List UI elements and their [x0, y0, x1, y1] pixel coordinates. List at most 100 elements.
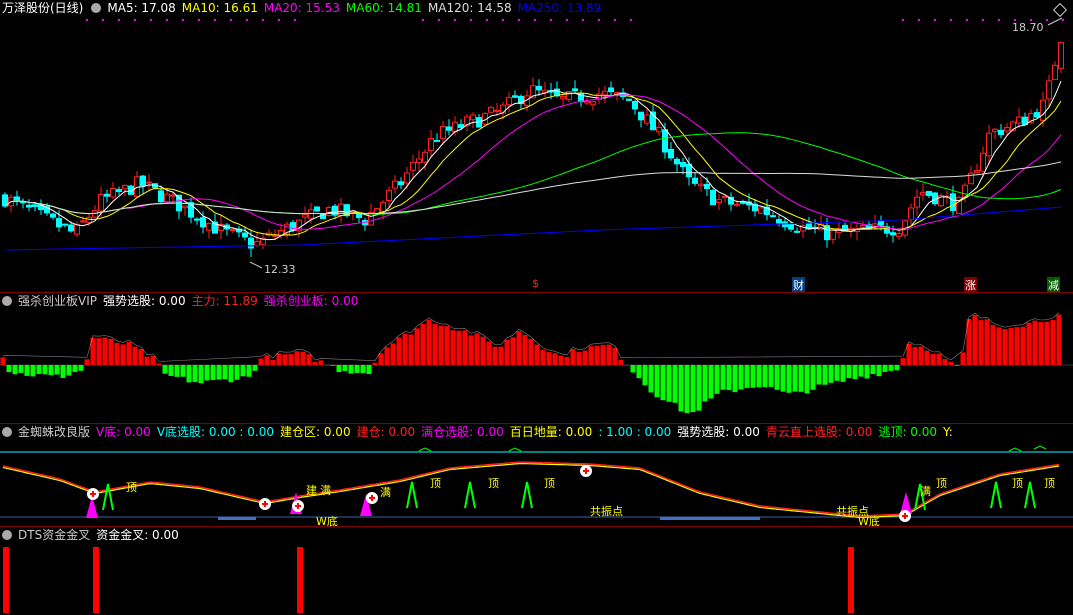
- qiangsha-bar[interactable]: [378, 353, 384, 365]
- qiangsha-bar[interactable]: [630, 365, 636, 373]
- qiangsha-bar[interactable]: [0, 357, 6, 365]
- candle[interactable]: [776, 215, 782, 227]
- qiangsha-bar[interactable]: [564, 357, 570, 365]
- candle[interactable]: [26, 199, 32, 212]
- qiangsha-bar[interactable]: [714, 365, 720, 394]
- qiangsha-bar-chart[interactable]: [0, 293, 1073, 423]
- qiangsha-bar[interactable]: [744, 365, 750, 388]
- qiangsha-bar[interactable]: [582, 350, 588, 365]
- candle[interactable]: [914, 189, 920, 216]
- candle[interactable]: [614, 91, 620, 101]
- candle[interactable]: [146, 174, 152, 192]
- settings-icon[interactable]: [2, 427, 12, 437]
- qiangsha-bar[interactable]: [984, 319, 990, 365]
- qiangsha-bar[interactable]: [540, 349, 546, 365]
- qiangsha-bar[interactable]: [702, 365, 708, 402]
- candle[interactable]: [206, 222, 212, 239]
- candle[interactable]: [854, 222, 860, 241]
- qiangsha-bar[interactable]: [660, 365, 666, 401]
- qiangsha-bar[interactable]: [30, 365, 36, 377]
- qiangsha-bar[interactable]: [156, 363, 162, 365]
- qiangsha-bar[interactable]: [978, 320, 984, 365]
- escape-top-marker[interactable]: [464, 481, 476, 509]
- qiangsha-bar[interactable]: [312, 362, 318, 365]
- qiangsha-bar[interactable]: [924, 350, 930, 365]
- qiangsha-bar[interactable]: [252, 365, 258, 371]
- qiangsha-bar[interactable]: [576, 351, 582, 365]
- candle[interactable]: [140, 174, 146, 195]
- qiangsha-bar[interactable]: [936, 353, 942, 365]
- qiangsha-bar[interactable]: [762, 365, 768, 388]
- qiangsha-bar[interactable]: [210, 365, 216, 380]
- qiangsha-bar[interactable]: [558, 355, 564, 365]
- candle[interactable]: [50, 212, 56, 220]
- qiangsha-bar[interactable]: [138, 348, 144, 365]
- qiangsha-bar[interactable]: [486, 341, 492, 365]
- qiangsha-bar[interactable]: [816, 365, 822, 385]
- candle[interactable]: [428, 129, 434, 158]
- qiangsha-bar[interactable]: [288, 354, 294, 365]
- settings-icon[interactable]: [91, 3, 102, 13]
- candle[interactable]: [134, 171, 140, 198]
- candle[interactable]: [908, 203, 914, 225]
- qiangsha-bar[interactable]: [732, 365, 738, 393]
- candle[interactable]: [752, 198, 758, 217]
- qiangsha-bar[interactable]: [1002, 329, 1008, 365]
- candle[interactable]: [542, 81, 548, 98]
- candle[interactable]: [926, 190, 932, 199]
- candle[interactable]: [110, 182, 116, 200]
- candle[interactable]: [260, 233, 266, 250]
- candle[interactable]: [668, 142, 674, 161]
- event-marker-finance[interactable]: 财: [792, 277, 805, 293]
- qiangsha-bar[interactable]: [906, 343, 912, 365]
- candle[interactable]: [974, 163, 980, 174]
- candle[interactable]: [416, 150, 422, 172]
- qiangsha-bar[interactable]: [756, 365, 762, 388]
- qiangsha-bar[interactable]: [528, 338, 534, 365]
- qiangsha-bar[interactable]: [780, 365, 786, 392]
- qiangsha-bar[interactable]: [264, 355, 270, 365]
- qiangsha-bar[interactable]: [1056, 314, 1062, 365]
- qiangsha-bar[interactable]: [1038, 322, 1044, 365]
- qiangsha-bar[interactable]: [342, 365, 348, 372]
- candle[interactable]: [986, 124, 992, 165]
- candle[interactable]: [764, 199, 770, 221]
- candle[interactable]: [236, 225, 242, 238]
- candle[interactable]: [470, 112, 476, 129]
- qiangsha-bar[interactable]: [6, 365, 12, 373]
- qiangsha-bar[interactable]: [828, 365, 834, 383]
- qiangsha-bar[interactable]: [102, 337, 108, 365]
- qiangsha-bar[interactable]: [480, 336, 486, 365]
- qiangsha-bar[interactable]: [384, 347, 390, 365]
- qiangsha-bar[interactable]: [294, 351, 300, 365]
- qiangsha-bar[interactable]: [492, 346, 498, 365]
- qiangsha-bar[interactable]: [12, 365, 18, 375]
- candle[interactable]: [656, 121, 662, 136]
- qiangsha-bar[interactable]: [834, 365, 840, 381]
- qiangsha-bar[interactable]: [474, 333, 480, 365]
- qiangsha-bar[interactable]: [450, 330, 456, 365]
- qiangsha-bar[interactable]: [930, 353, 936, 365]
- candle[interactable]: [188, 197, 194, 224]
- qiangsha-bar[interactable]: [996, 327, 1002, 365]
- candle[interactable]: [314, 206, 320, 213]
- candle[interactable]: [674, 157, 680, 172]
- candle[interactable]: [284, 221, 290, 239]
- candle[interactable]: [104, 189, 110, 203]
- qiangsha-bar[interactable]: [282, 354, 288, 365]
- qiangsha-bar[interactable]: [990, 324, 996, 365]
- qiangsha-bar[interactable]: [948, 361, 954, 365]
- candle[interactable]: [14, 190, 20, 206]
- qiangsha-bar[interactable]: [186, 365, 192, 383]
- candle[interactable]: [1034, 108, 1040, 119]
- qiangsha-bar[interactable]: [420, 323, 426, 365]
- qiangsha-bar[interactable]: [462, 330, 468, 365]
- candle[interactable]: [566, 90, 572, 102]
- qiangsha-bar[interactable]: [690, 365, 696, 413]
- escape-top-marker[interactable]: [521, 481, 533, 509]
- candle[interactable]: [218, 215, 224, 240]
- qiangsha-bar[interactable]: [228, 365, 234, 383]
- qiangsha-bar[interactable]: [858, 365, 864, 377]
- candle[interactable]: [410, 154, 416, 180]
- candle[interactable]: [794, 227, 800, 234]
